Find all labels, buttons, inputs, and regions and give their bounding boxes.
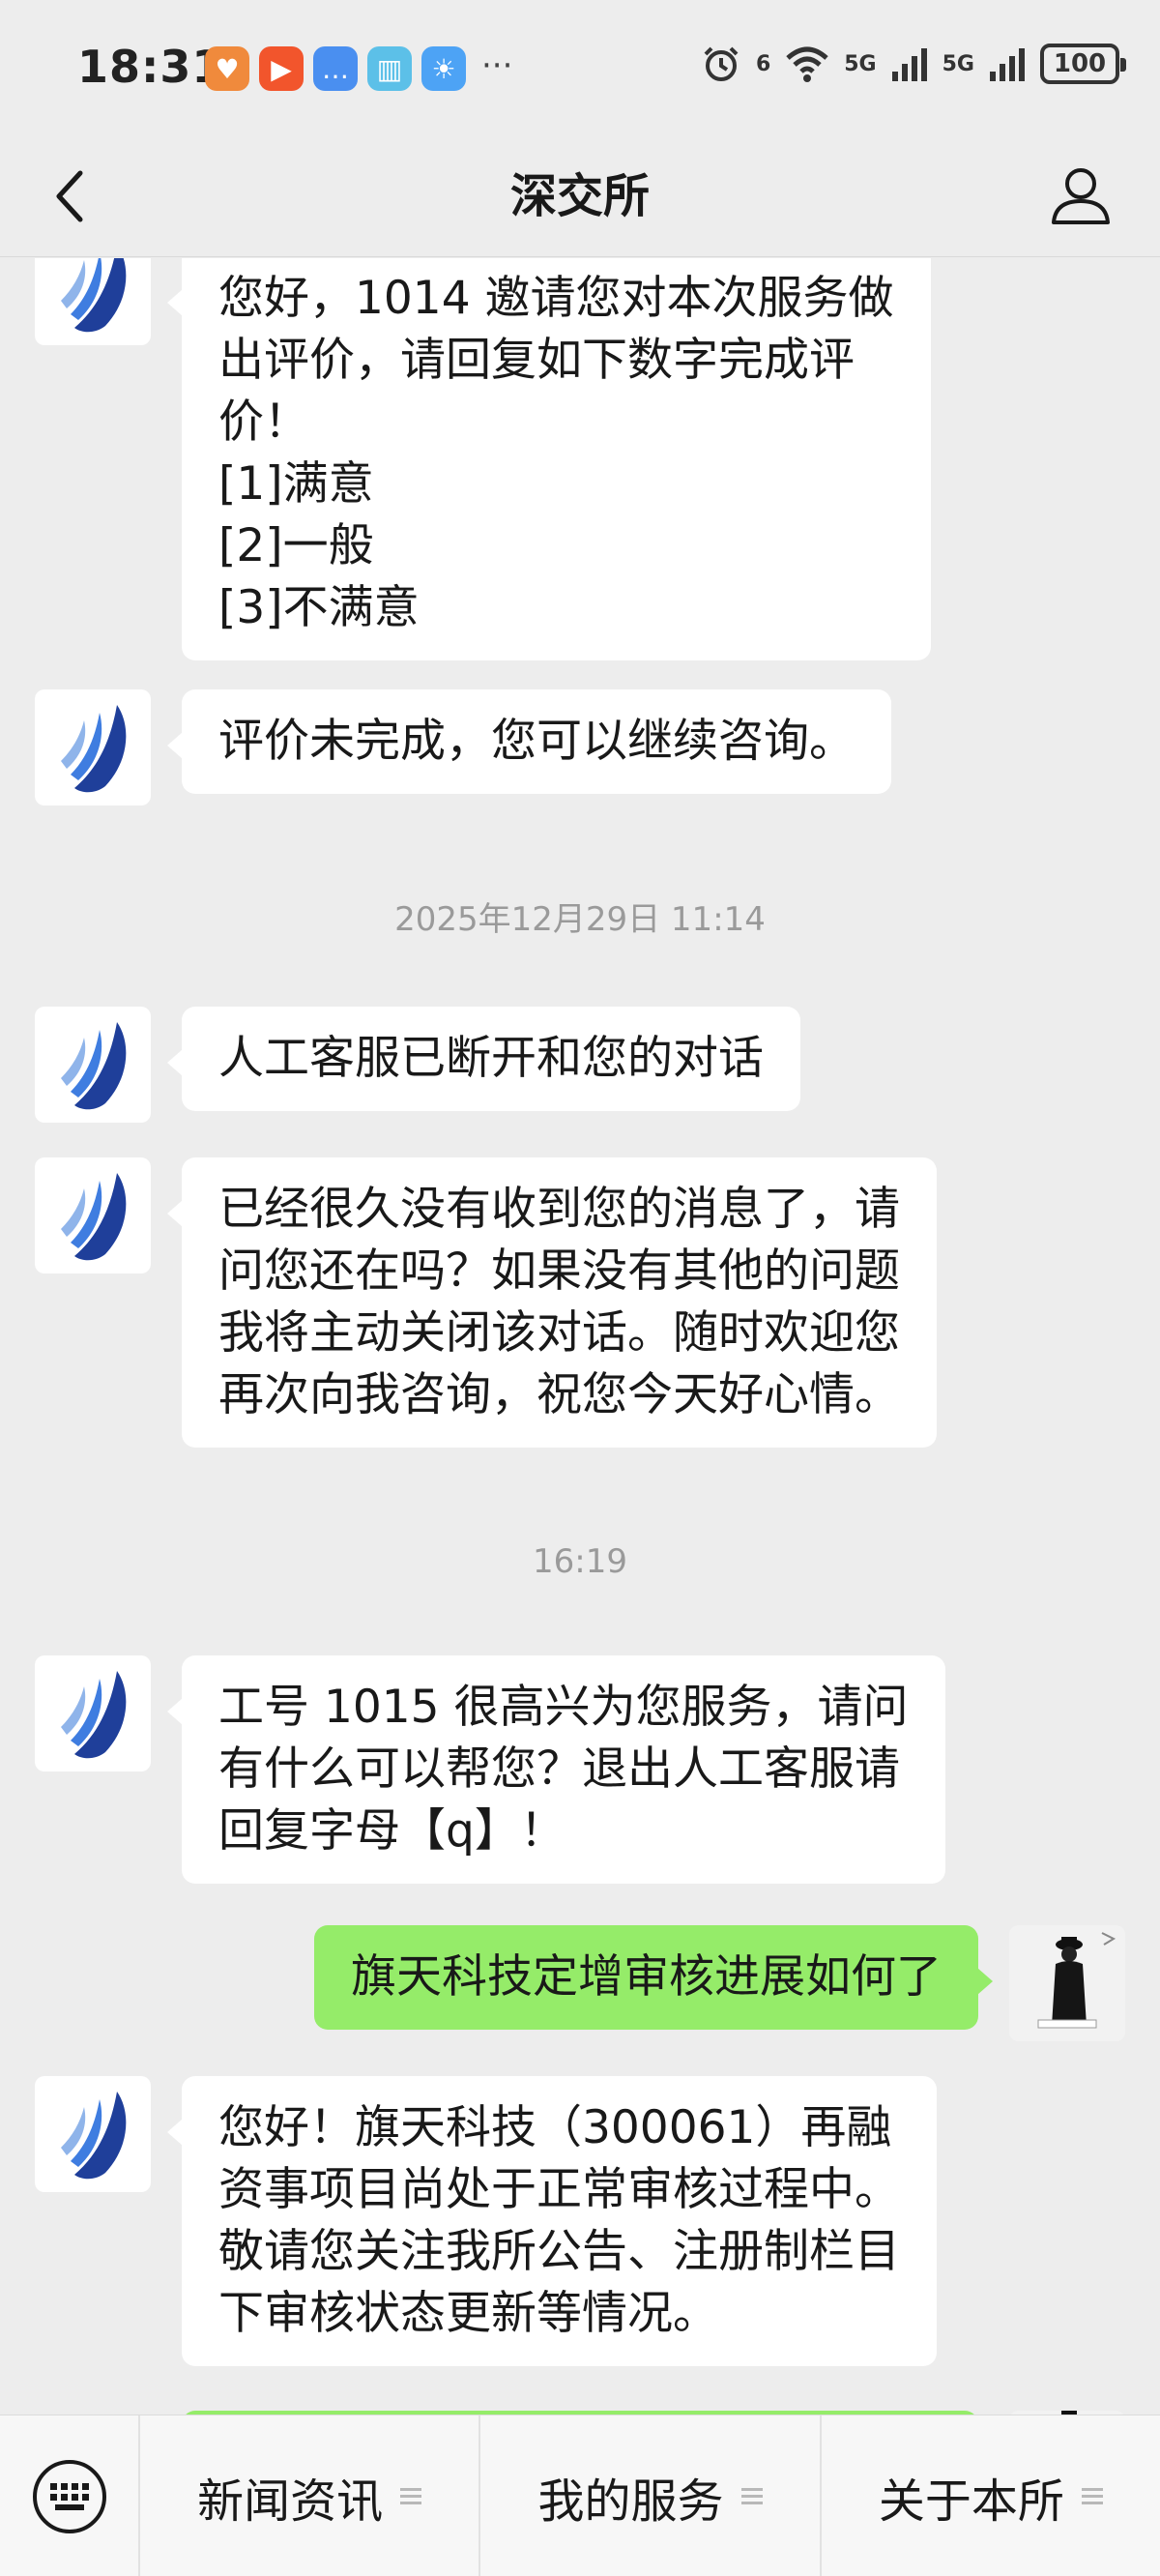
user-photo-icon (1009, 1925, 1125, 2041)
bot-avatar[interactable] (35, 2076, 151, 2192)
message-bubble[interactable]: 已经很久没有收到您的消息了，请 问您还在吗？如果没有其他的问题 我将主动关闭该对… (167, 1157, 937, 1448)
status-time: 18:31 (77, 41, 224, 93)
alarm-icon (704, 46, 739, 81)
signal-2-icon (990, 48, 1025, 81)
message-bubble[interactable]: 评价未完成，您可以继续咨询。 (167, 689, 891, 794)
message-bubble[interactable]: 工号 1015 很高兴为您服务，请问 有什么可以帮您？退出人工客服请 回复字母【… (167, 1655, 945, 1884)
book-app-icon: ▥ (367, 46, 412, 91)
keyboard-icon (32, 2459, 106, 2533)
wifi-label: 6 (755, 51, 771, 76)
chat-message-list[interactable]: 您好，1014 邀请您对本次服务做 出评价，请回复如下数字完成评 价！ [1]满… (0, 258, 1160, 2415)
weather-app-icon: ☀ (421, 46, 466, 91)
wifi-icon (786, 46, 828, 82)
system-icons: 6 5G 5G 100 (700, 43, 1126, 85)
bot-avatar[interactable] (35, 689, 151, 805)
menu-tab-news[interactable]: 新闻资讯 (140, 2415, 481, 2576)
menu-tab-about[interactable]: 关于本所 (822, 2415, 1160, 2576)
message-bubble[interactable]: 您好！旗天科技（300061）再融 资事项目尚处于正常审核过程中。 敬请您关注我… (167, 2076, 937, 2366)
battery-indicator: 100 (1040, 44, 1126, 84)
message-bubble-self[interactable]: 旗天科技定增审核进展如何了 (314, 1925, 993, 2030)
page-title: 深交所 (509, 169, 650, 223)
szse-shield-logo (61, 705, 127, 793)
heart-app-icon: ♥ (205, 46, 249, 91)
profile-button[interactable] (1042, 157, 1119, 234)
menu-lines-icon (740, 2488, 763, 2504)
status-bar: 18:31 ♥ ▶ … ▥ ☀ ··· 6 5G 5G 100 (0, 0, 1160, 135)
szse-shield-logo (61, 258, 127, 333)
menu-tab-my-services[interactable]: 我的服务 (480, 2415, 822, 2576)
szse-shield-logo (61, 2092, 127, 2180)
message-timestamp: 2025年12月29日 11:14 (394, 900, 766, 939)
menu-tab-label: 新闻资讯 (197, 2474, 384, 2529)
bot-avatar[interactable] (35, 1157, 151, 1273)
message-bubble[interactable]: 人工客服已断开和您的对话 (167, 1007, 800, 1111)
menu-tab-label: 我的服务 (537, 2474, 724, 2529)
bottom-menu-bar: 新闻资讯 我的服务 关于本所 (0, 2415, 1160, 2576)
signal-2-label: 5G (942, 51, 974, 76)
person-icon (1052, 168, 1110, 224)
signal-1-label: 5G (844, 51, 877, 76)
szse-shield-logo (61, 1022, 127, 1110)
nav-bar: 深交所 (0, 135, 1160, 257)
user-avatar[interactable] (1009, 1925, 1125, 2041)
bot-avatar[interactable] (35, 1655, 151, 1771)
video-app-icon: ▶ (259, 46, 304, 91)
menu-lines-icon (1081, 2488, 1103, 2504)
message-bubble[interactable]: 您好，1014 邀请您对本次服务做 出评价，请回复如下数字完成评 价！ [1]满… (167, 258, 931, 660)
keyboard-toggle-button[interactable] (0, 2415, 140, 2576)
notification-icons: ♥ ▶ … ▥ ☀ ··· (205, 46, 512, 91)
menu-lines-icon (400, 2488, 422, 2504)
szse-shield-logo (61, 1671, 127, 1759)
menu-tab-label: 关于本所 (878, 2474, 1064, 2529)
chat-app-icon: … (313, 46, 358, 91)
signal-1-icon (891, 48, 927, 81)
szse-shield-logo (61, 1173, 127, 1261)
message-timestamp: 16:19 (533, 1542, 627, 1581)
bot-avatar[interactable] (35, 1007, 151, 1123)
more-notifications-icon: ··· (481, 46, 513, 85)
bot-avatar[interactable] (35, 258, 151, 345)
